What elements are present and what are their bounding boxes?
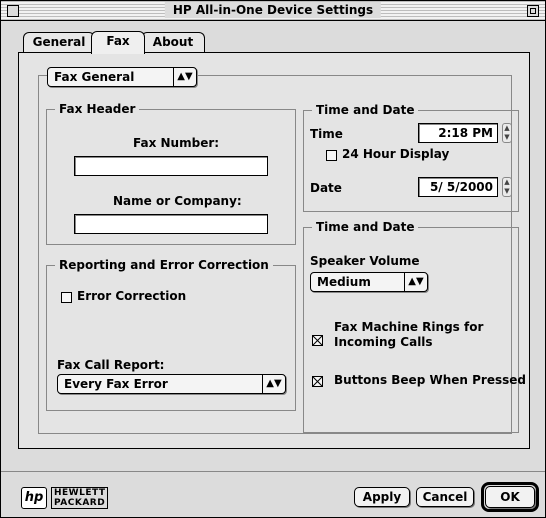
- tab-general[interactable]: General: [23, 32, 95, 53]
- rings-label-line1: Fax Machine Rings for: [334, 320, 484, 334]
- speaker-volume-label: Speaker Volume: [310, 254, 420, 268]
- time-stepper-icon[interactable]: ▲ ▼: [502, 123, 512, 143]
- hp-logo: hp HEWLETT PACKARD: [21, 487, 109, 509]
- fax-number-label: Fax Number:: [133, 136, 220, 150]
- time-date-group: Time and Date Time 2:18 PM ▲ ▼ 24 Hour Di…: [303, 103, 519, 212]
- speaker-volume-value: Medium: [317, 275, 371, 289]
- fax-number-field[interactable]: [74, 156, 268, 176]
- section-popup[interactable]: Fax General ▲▼: [47, 67, 197, 87]
- updown-arrows-icon: ▲▼: [173, 68, 196, 86]
- fax-call-report-value: Every Fax Error: [64, 377, 168, 391]
- name-company-label: Name or Company:: [113, 194, 242, 208]
- beep-checkbox[interactable]: [312, 376, 323, 387]
- tab-about[interactable]: About: [141, 32, 205, 53]
- cancel-button[interactable]: Cancel: [416, 487, 474, 507]
- fax-header-group: Fax Header Fax Number: Name or Company:: [46, 102, 296, 245]
- updown-arrows-icon: ▲▼: [262, 375, 285, 393]
- date-label: Date: [310, 181, 342, 195]
- settings-window: HP All-in-One Device Settings General Fa…: [0, 0, 546, 518]
- reporting-title: Reporting and Error Correction: [55, 258, 273, 272]
- error-correction-checkbox[interactable]: [61, 292, 72, 303]
- fax-call-report-popup[interactable]: Every Fax Error ▲▼: [57, 374, 286, 394]
- rings-checkbox[interactable]: [312, 335, 323, 346]
- logo-line1: HEWLETT: [54, 488, 106, 498]
- date-stepper-icon[interactable]: ▲ ▼: [502, 177, 512, 197]
- updown-arrows-icon: ▲▼: [404, 273, 427, 291]
- footer-divider: [1, 471, 545, 472]
- hp-logo-text: HEWLETT PACKARD: [51, 487, 109, 509]
- section-popup-value: Fax General: [54, 70, 135, 84]
- fax-header-title: Fax Header: [55, 102, 140, 116]
- apply-button[interactable]: Apply: [354, 487, 410, 507]
- zoom-box-icon[interactable]: [527, 5, 539, 17]
- time-label: Time: [310, 127, 343, 141]
- close-box-icon[interactable]: [7, 5, 19, 17]
- time-field[interactable]: 2:18 PM: [418, 123, 498, 143]
- title-bar[interactable]: HP All-in-One Device Settings: [1, 1, 545, 21]
- name-company-field[interactable]: [74, 214, 268, 234]
- sound-group: Time and Date Speaker Volume Medium ▲▼ F…: [303, 220, 526, 433]
- rings-label-line2: Incoming Calls: [334, 335, 433, 349]
- ok-button[interactable]: OK: [485, 486, 535, 508]
- rings-label[interactable]: Fax Machine Rings for Incoming Calls: [334, 320, 483, 350]
- hour24-checkbox[interactable]: [326, 150, 337, 161]
- date-field[interactable]: 5/ 5/2000: [418, 177, 498, 197]
- speaker-volume-popup[interactable]: Medium ▲▼: [310, 272, 428, 292]
- reporting-group: Reporting and Error Correction Error Cor…: [46, 258, 296, 411]
- fax-call-report-label: Fax Call Report:: [57, 358, 165, 372]
- time-date-title: Time and Date: [312, 103, 419, 117]
- beep-label[interactable]: Buttons Beep When Pressed: [334, 373, 526, 387]
- error-correction-label[interactable]: Error Correction: [77, 289, 186, 303]
- hp-logo-icon: hp: [21, 487, 47, 509]
- logo-line2: PACKARD: [54, 498, 106, 508]
- sound-title: Time and Date: [312, 220, 419, 234]
- tab-fax[interactable]: Fax: [91, 31, 145, 54]
- hour24-label[interactable]: 24 Hour Display: [342, 147, 449, 161]
- fax-tab-panel: Fax General ▲▼ Fax Header Fax Number: Na…: [18, 52, 530, 449]
- window-title: HP All-in-One Device Settings: [164, 2, 382, 18]
